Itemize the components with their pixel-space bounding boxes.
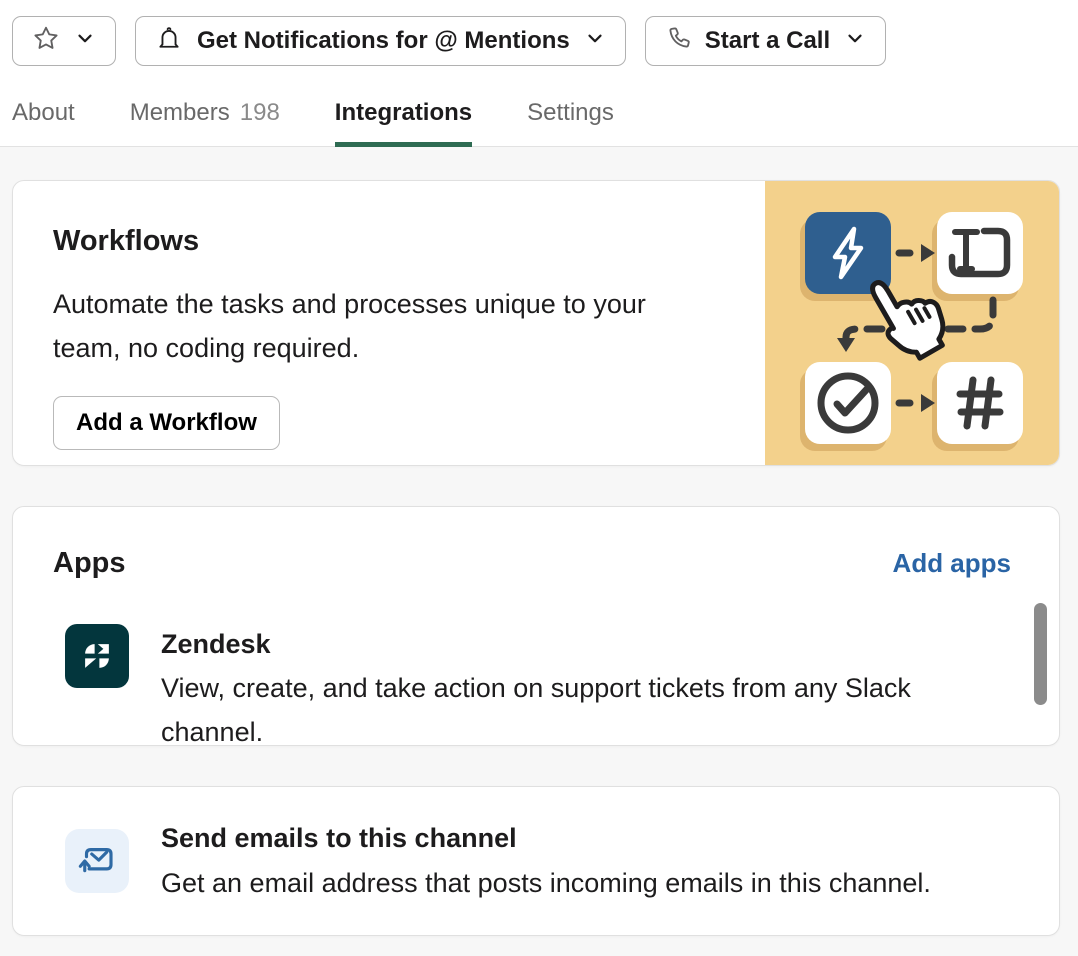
star-icon — [32, 24, 60, 59]
workflows-card: Workflows Automate the tasks and process… — [12, 180, 1060, 466]
apps-scrollbar-thumb[interactable] — [1034, 603, 1047, 705]
tab-about[interactable]: About — [12, 87, 75, 147]
send-emails-title: Send emails to this channel — [161, 818, 931, 858]
star-channel-button[interactable] — [12, 16, 116, 66]
tab-members[interactable]: Members 198 — [130, 87, 280, 147]
workflows-description: Automate the tasks and processes unique … — [53, 282, 713, 370]
tab-members-label: Members — [130, 99, 230, 127]
dashed-arrow-top — [899, 244, 935, 262]
start-call-button[interactable]: Start a Call — [645, 16, 886, 66]
workflows-title: Workflows — [53, 225, 743, 258]
text-element-tile — [937, 212, 1023, 294]
toolbar: Get Notifications for @ Mentions Start a… — [12, 16, 1066, 66]
start-call-button-label: Start a Call — [705, 27, 830, 55]
app-name: Zendesk — [161, 624, 991, 664]
incoming-email-icon — [65, 829, 129, 893]
workflow-illustration-graphic — [765, 180, 1060, 466]
check-tile — [805, 362, 891, 444]
hash-tile — [937, 362, 1023, 444]
send-emails-card[interactable]: Send emails to this channel Get an email… — [12, 786, 1060, 936]
zendesk-logo-icon — [78, 637, 116, 675]
chevron-down-icon — [74, 27, 96, 56]
chevron-down-icon — [584, 27, 606, 56]
dashed-arrow-bottom — [899, 394, 935, 412]
bell-icon — [155, 24, 183, 59]
workflow-illustration — [765, 180, 1060, 466]
apps-title: Apps — [53, 547, 126, 580]
notifications-button[interactable]: Get Notifications for @ Mentions — [135, 16, 626, 66]
app-description: View, create, and take action on support… — [161, 666, 991, 746]
apps-card: Apps Add apps Zendesk View, create, and … — [12, 506, 1060, 746]
channel-details-header: Get Notifications for @ Mentions Start a… — [0, 0, 1078, 147]
tab-members-count: 198 — [240, 99, 280, 127]
send-emails-description: Get an email address that posts incoming… — [161, 862, 931, 904]
tab-settings-label: Settings — [527, 99, 614, 127]
app-row-zendesk[interactable]: Zendesk View, create, and take action on… — [53, 624, 1011, 746]
tab-integrations[interactable]: Integrations — [335, 87, 472, 147]
tab-settings[interactable]: Settings — [527, 87, 614, 147]
tab-about-label: About — [12, 99, 75, 127]
notifications-button-label: Get Notifications for @ Mentions — [197, 27, 570, 55]
add-apps-link[interactable]: Add apps — [893, 548, 1011, 579]
chevron-down-icon — [844, 27, 866, 56]
integrations-panel: Workflows Automate the tasks and process… — [0, 147, 1078, 936]
tab-integrations-label: Integrations — [335, 99, 472, 127]
tab-bar: About Members 198 Integrations Settings — [12, 87, 1066, 146]
zendesk-app-icon — [65, 624, 129, 688]
add-workflow-button[interactable]: Add a Workflow — [53, 396, 280, 450]
phone-icon — [665, 25, 691, 58]
